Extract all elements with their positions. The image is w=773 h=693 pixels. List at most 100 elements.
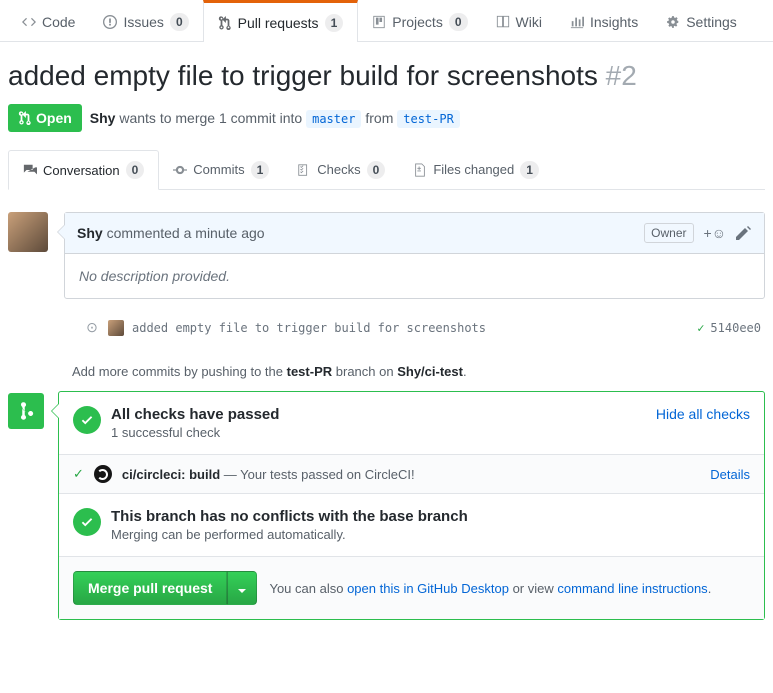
nav-projects-label: Projects bbox=[392, 14, 443, 30]
pr-state-badge: Open bbox=[8, 104, 82, 132]
merge-button[interactable]: Merge pull request bbox=[73, 571, 227, 605]
owner-badge: Owner bbox=[644, 223, 693, 243]
push-hint-branch: test-PR bbox=[287, 364, 333, 379]
push-hint-suffix: . bbox=[463, 364, 467, 379]
pull-request-icon bbox=[218, 16, 232, 30]
gear-icon bbox=[666, 15, 680, 29]
pencil-icon[interactable] bbox=[736, 225, 752, 241]
from-word: from bbox=[365, 110, 393, 126]
check-icon: ✓ bbox=[73, 466, 84, 482]
add-reaction-button[interactable]: +☺ bbox=[704, 225, 726, 241]
circleci-icon bbox=[94, 465, 112, 483]
nav-code[interactable]: Code bbox=[8, 0, 89, 41]
merge-button-row: Merge pull request You can also open thi… bbox=[59, 557, 764, 619]
comment-when: commented a minute ago bbox=[107, 225, 265, 241]
nav-wiki[interactable]: Wiki bbox=[482, 0, 556, 41]
base-branch-chip[interactable]: master bbox=[306, 110, 361, 128]
repo-nav: Code Issues 0 Pull requests 1 Projects 0… bbox=[0, 0, 773, 42]
pr-header: added empty file to trigger build for sc… bbox=[0, 42, 773, 140]
commit-hash[interactable]: 5140ee0 bbox=[710, 321, 761, 335]
tab-checks-label: Checks bbox=[317, 162, 360, 177]
conflict-summary-text: This branch has no conflicts with the ba… bbox=[111, 508, 468, 542]
book-icon bbox=[496, 15, 510, 29]
tab-checks[interactable]: Checks 0 bbox=[283, 150, 399, 189]
commit-dot-icon: ⊙ bbox=[84, 319, 100, 336]
nav-settings[interactable]: Settings bbox=[652, 0, 751, 41]
nav-insights[interactable]: Insights bbox=[556, 0, 652, 41]
nav-code-label: Code bbox=[42, 14, 75, 30]
conflict-summary: This branch has no conflicts with the ba… bbox=[59, 494, 764, 557]
checks-title: All checks have passed bbox=[111, 406, 279, 423]
pr-author[interactable]: Shy bbox=[90, 110, 116, 126]
comment-discussion-icon bbox=[23, 163, 37, 177]
pr-title: added empty file to trigger build for sc… bbox=[8, 58, 765, 94]
merge-panel: All checks have passed 1 successful chec… bbox=[58, 391, 765, 620]
nav-wiki-label: Wiki bbox=[516, 14, 542, 30]
head-branch-chip[interactable]: test-PR bbox=[397, 110, 460, 128]
cli-instructions-link[interactable]: command line instructions bbox=[557, 581, 707, 596]
comment-box: Shy commented a minute ago Owner +☺ No d… bbox=[64, 212, 765, 299]
nav-settings-label: Settings bbox=[686, 14, 737, 30]
code-icon bbox=[22, 15, 36, 29]
hide-checks-link[interactable]: Hide all checks bbox=[656, 406, 750, 422]
tab-checks-count: 0 bbox=[367, 161, 386, 179]
check-text: ci/circleci: build — Your tests passed o… bbox=[122, 467, 415, 482]
nav-insights-label: Insights bbox=[590, 14, 638, 30]
conflict-sub: Merging can be performed automatically. bbox=[111, 527, 468, 542]
pr-meta: Open Shy wants to merge 1 commit into ma… bbox=[8, 104, 765, 132]
check-icon: ✓ bbox=[697, 321, 704, 335]
pr-title-text: added empty file to trigger build for sc… bbox=[8, 60, 598, 91]
avatar[interactable] bbox=[8, 212, 48, 252]
comment-meta: Shy commented a minute ago bbox=[77, 225, 265, 241]
tab-commits-count: 1 bbox=[251, 161, 270, 179]
check-name: ci/circleci: build bbox=[122, 467, 220, 482]
checklist-icon bbox=[297, 163, 311, 177]
issue-icon bbox=[103, 15, 117, 29]
pr-state-label: Open bbox=[36, 110, 72, 126]
timeline: Shy commented a minute ago Owner +☺ No d… bbox=[0, 190, 773, 311]
nav-pulls-label: Pull requests bbox=[238, 15, 319, 31]
nav-issues-count: 0 bbox=[170, 13, 189, 31]
tab-conversation[interactable]: Conversation 0 bbox=[8, 150, 159, 190]
merge-button-group: Merge pull request bbox=[73, 571, 257, 605]
pr-tabs: Conversation 0 Commits 1 Checks 0 Files … bbox=[8, 150, 765, 190]
nav-projects-count: 0 bbox=[449, 13, 468, 31]
commit-row: ⊙ added empty file to trigger build for … bbox=[72, 311, 773, 344]
push-hint-repo: Shy/ci-test bbox=[397, 364, 463, 379]
merge-note-prefix: You can also bbox=[269, 581, 343, 596]
tab-commits[interactable]: Commits 1 bbox=[159, 150, 283, 189]
nav-pulls[interactable]: Pull requests 1 bbox=[203, 0, 359, 42]
commit-hash-area: ✓ 5140ee0 bbox=[697, 321, 761, 335]
success-circle-icon bbox=[73, 508, 101, 536]
nav-pulls-count: 1 bbox=[325, 14, 344, 32]
pr-meta-text: Shy wants to merge 1 commit into master … bbox=[90, 110, 460, 126]
nav-issues[interactable]: Issues 0 bbox=[89, 0, 202, 41]
merge-note-mid: or view bbox=[513, 581, 554, 596]
pull-request-icon bbox=[18, 111, 32, 125]
comment-body: No description provided. bbox=[65, 254, 764, 298]
tab-files-count: 1 bbox=[520, 161, 539, 179]
tab-files[interactable]: Files changed 1 bbox=[399, 150, 553, 189]
comment-author[interactable]: Shy bbox=[77, 225, 103, 241]
tab-conversation-label: Conversation bbox=[43, 163, 120, 178]
merge-dropdown-button[interactable] bbox=[227, 571, 257, 605]
merge-note-suffix: . bbox=[708, 581, 712, 596]
push-hint-mid: branch on bbox=[336, 364, 394, 379]
tab-conversation-count: 0 bbox=[126, 161, 145, 179]
pr-merge-desc: wants to merge 1 commit into bbox=[119, 110, 302, 126]
comment-head: Shy commented a minute ago Owner +☺ bbox=[65, 213, 764, 254]
push-hint-prefix: Add more commits by pushing to the bbox=[72, 364, 283, 379]
nav-issues-label: Issues bbox=[123, 14, 163, 30]
checks-summary-text: All checks have passed 1 successful chec… bbox=[111, 406, 279, 440]
file-diff-icon bbox=[413, 163, 427, 177]
check-desc: — Your tests passed on CircleCI! bbox=[224, 467, 415, 482]
commit-message[interactable]: added empty file to trigger build for sc… bbox=[132, 321, 689, 335]
check-item: ✓ ci/circleci: build — Your tests passed… bbox=[59, 455, 764, 494]
nav-projects[interactable]: Projects 0 bbox=[358, 0, 481, 41]
project-icon bbox=[372, 15, 386, 29]
avatar-small[interactable] bbox=[108, 320, 124, 336]
git-merge-icon bbox=[16, 401, 36, 421]
merge-area: All checks have passed 1 successful chec… bbox=[8, 391, 765, 620]
check-details-link[interactable]: Details bbox=[710, 467, 750, 482]
open-desktop-link[interactable]: open this in GitHub Desktop bbox=[347, 581, 509, 596]
